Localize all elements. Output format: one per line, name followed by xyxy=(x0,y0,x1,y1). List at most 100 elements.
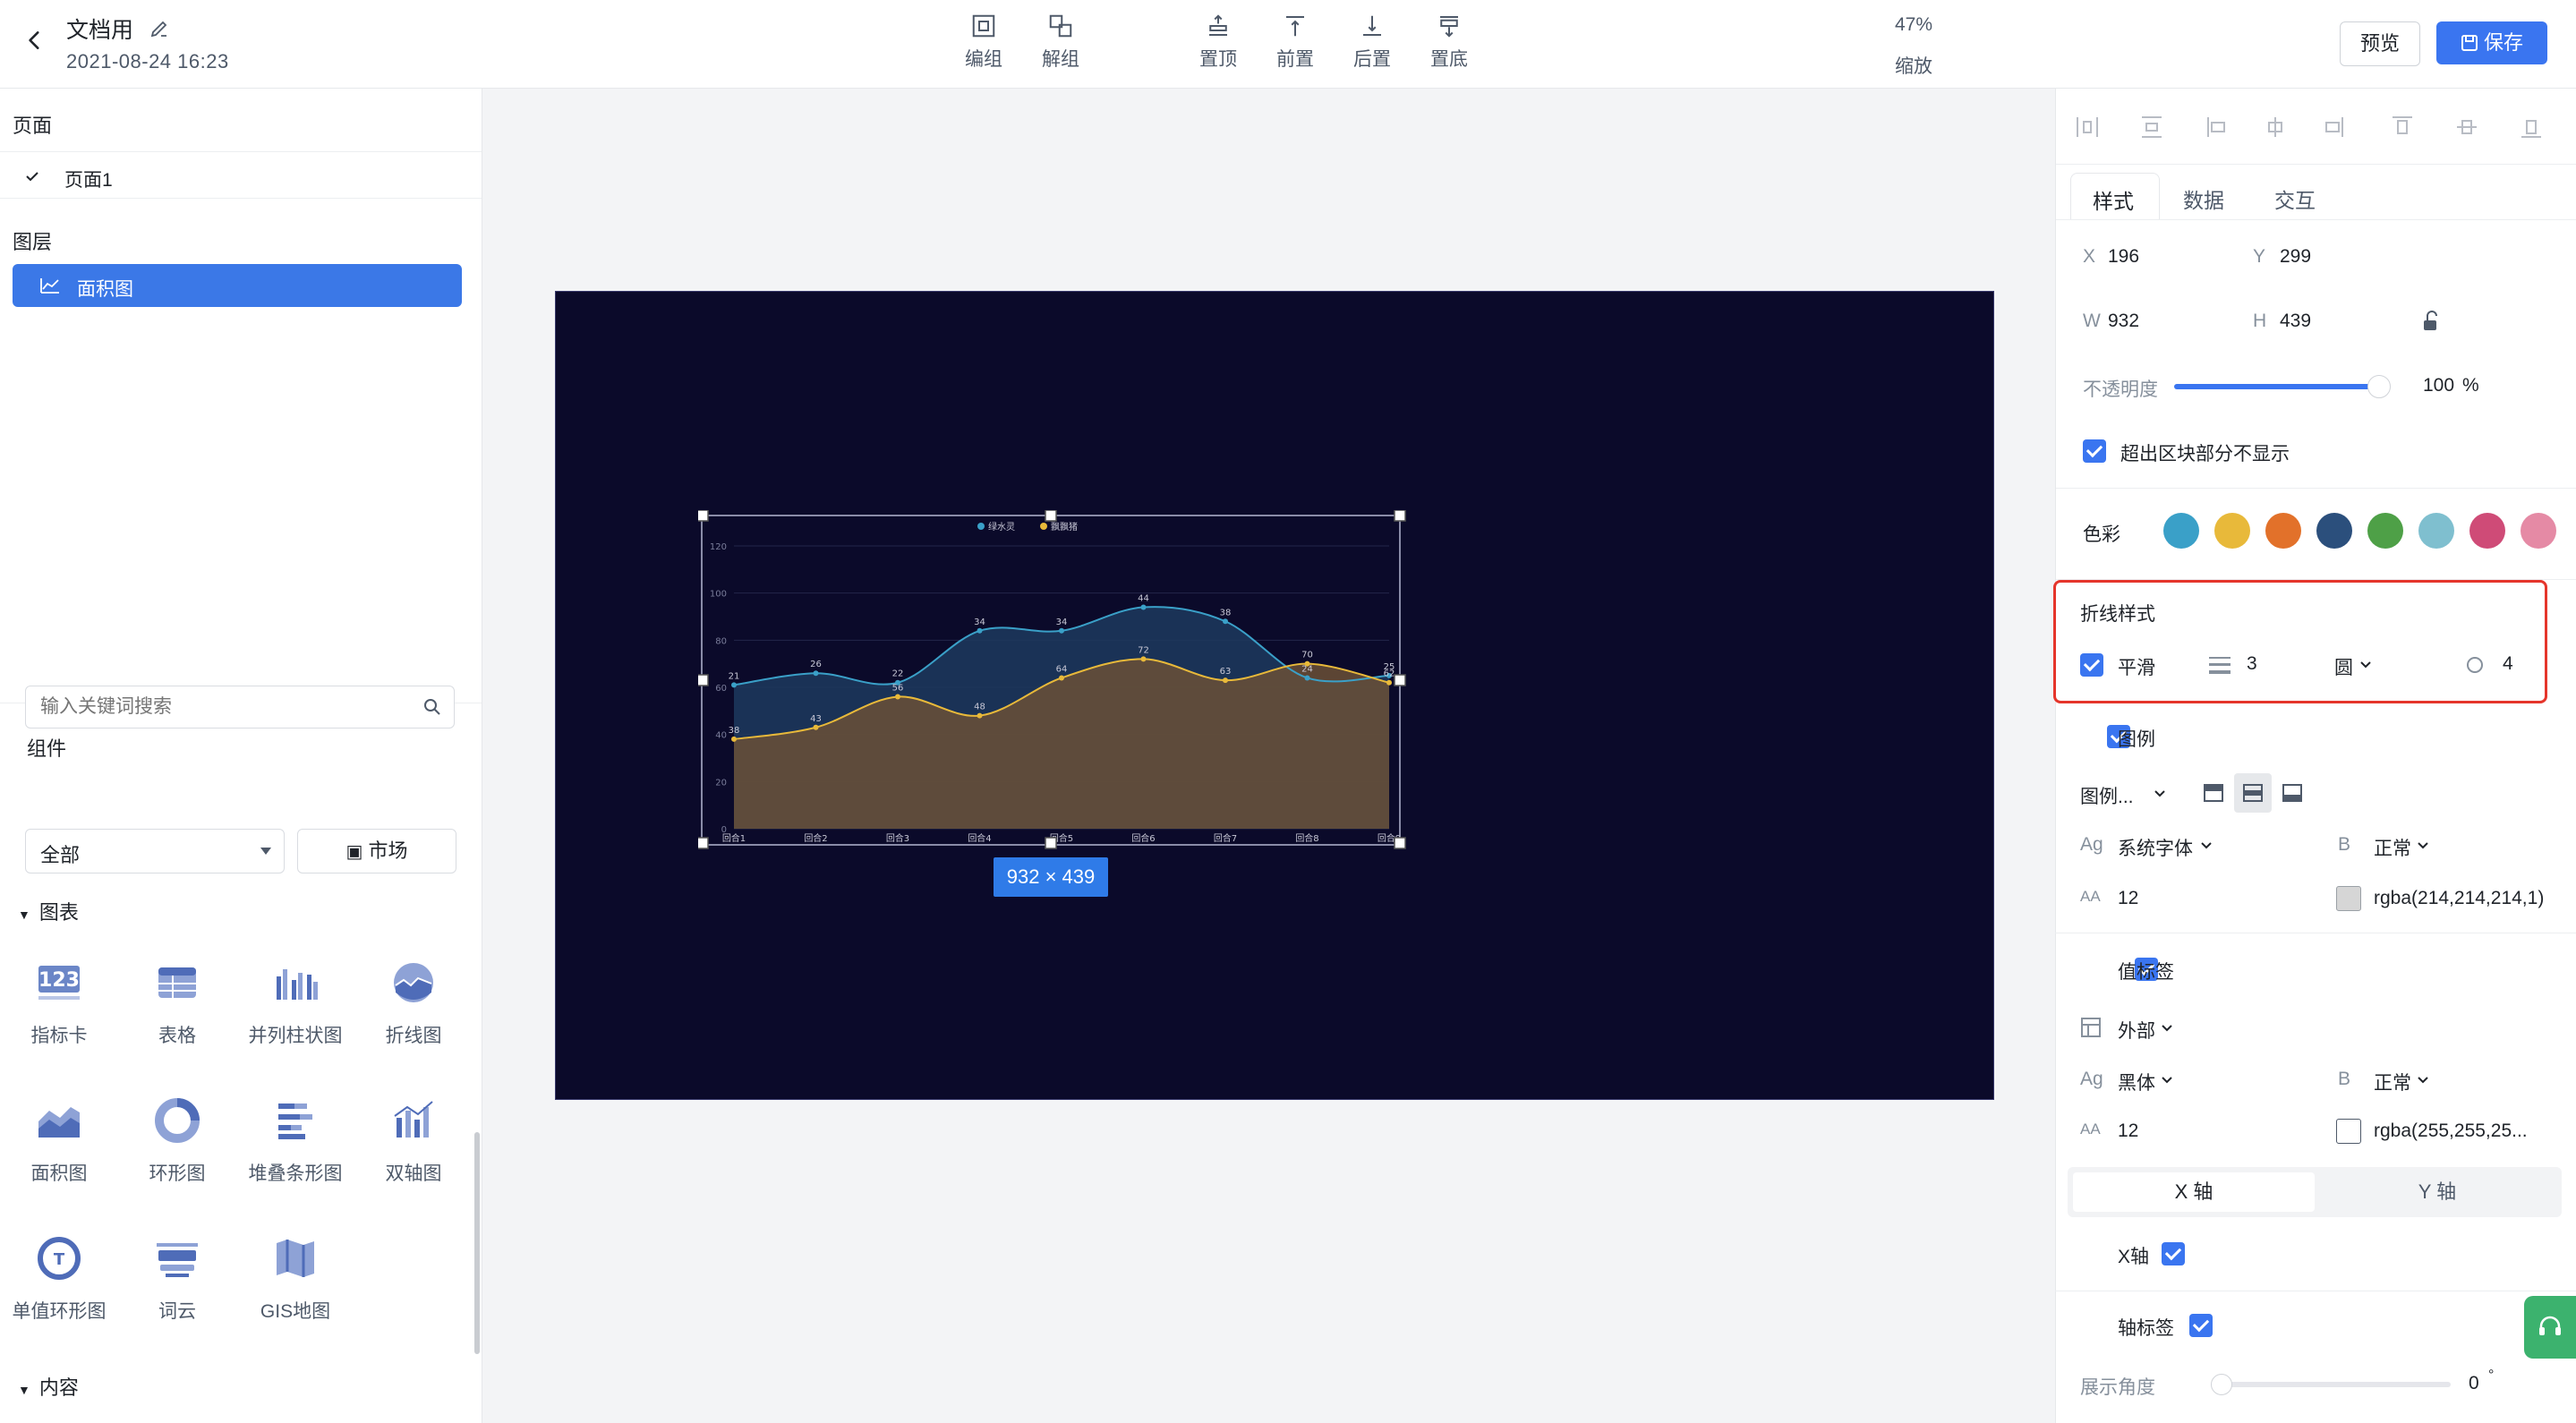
support-button[interactable] xyxy=(2524,1296,2576,1359)
color-swatch[interactable] xyxy=(2214,513,2250,549)
x-axis-checkbox[interactable] xyxy=(2162,1242,2186,1265)
opacity-slider[interactable] xyxy=(2174,384,2387,389)
bring-forward-button[interactable]: 前置 xyxy=(1264,13,1326,72)
color-swatch[interactable] xyxy=(2521,513,2556,549)
content-group-toggle[interactable]: ▼ 内容 xyxy=(18,1372,79,1401)
y-input[interactable]: 299 xyxy=(2280,246,2311,268)
component-dual-axis[interactable]: 双轴图 xyxy=(360,1095,467,1186)
color-swatch[interactable] xyxy=(2418,513,2454,549)
font-color-swatch[interactable] xyxy=(2336,886,2361,911)
tab-style[interactable]: 样式 xyxy=(2070,173,2160,220)
font-color-value[interactable]: rgba(214,214,214,1) xyxy=(2374,888,2544,909)
h-input[interactable]: 439 xyxy=(2280,311,2311,332)
tab-interaction[interactable]: 交互 xyxy=(2274,183,2316,214)
opacity-value[interactable]: 100 xyxy=(2423,375,2454,396)
align-bottom-icon[interactable] xyxy=(2521,120,2541,138)
axis-tick-label-checkbox[interactable] xyxy=(2188,1314,2213,1337)
component-label: 表格 xyxy=(158,1026,196,1046)
value-size-input[interactable]: 12 xyxy=(2118,1121,2138,1142)
component-label: 双轴图 xyxy=(385,1163,442,1184)
x-axis-label: X轴 xyxy=(2118,1247,2150,1267)
preview-button[interactable]: 预览 xyxy=(2340,21,2420,66)
divider xyxy=(0,198,482,199)
align-middle-v-icon[interactable] xyxy=(2457,120,2477,134)
value-font-select[interactable]: 黑体 xyxy=(2118,1069,2155,1095)
edit-icon[interactable] xyxy=(149,18,170,39)
legend-label: 图例 xyxy=(2118,729,2155,750)
caret-down-icon: ▼ xyxy=(18,1383,30,1397)
component-table[interactable]: 表格 xyxy=(124,957,231,1048)
search-input[interactable] xyxy=(38,695,400,719)
component-donut[interactable]: 环形图 xyxy=(124,1095,231,1186)
value-color-swatch[interactable] xyxy=(2336,1119,2361,1144)
lock-ratio-icon[interactable] xyxy=(2421,311,2441,332)
font-size-input[interactable]: 12 xyxy=(2118,888,2138,909)
align-left-icon[interactable] xyxy=(2207,117,2225,137)
x-input[interactable]: 196 xyxy=(2108,246,2139,268)
opacity-slider-thumb[interactable] xyxy=(2367,375,2391,398)
area-chart[interactable]: 21262234 34443824 25384356486472637062 回合1… xyxy=(698,510,1414,904)
smooth-checkbox[interactable] xyxy=(2080,653,2103,677)
angle-value[interactable]: 0 xyxy=(2469,1373,2479,1394)
w-input[interactable]: 932 xyxy=(2108,311,2139,332)
left-scrollbar[interactable] xyxy=(474,1132,480,1354)
font-weight-select[interactable]: 正常 xyxy=(2374,834,2411,861)
save-button[interactable]: 保存 xyxy=(2436,21,2547,64)
bring-to-top-button[interactable]: 置顶 xyxy=(1187,13,1250,72)
value-weight-select[interactable]: 正常 xyxy=(2374,1069,2411,1095)
component-single-donut[interactable]: T 单值环形图 xyxy=(5,1232,113,1324)
legend-bottom-icon[interactable] xyxy=(2282,784,2302,802)
market-button[interactable]: ▣ 市场 xyxy=(297,829,456,873)
category-select[interactable]: 全部 xyxy=(25,829,285,873)
align-right-icon[interactable] xyxy=(2325,117,2343,137)
group-button[interactable]: 编组 xyxy=(952,13,1015,72)
color-swatch[interactable] xyxy=(2163,513,2199,549)
tab-x-axis[interactable]: X 轴 xyxy=(2073,1172,2315,1212)
zoom-control[interactable]: 47% 缩放 xyxy=(1887,14,1941,79)
component-grouped-bar[interactable]: 并列柱状图 xyxy=(242,957,349,1048)
send-to-bottom-button[interactable]: 置底 xyxy=(1418,13,1480,72)
color-swatch[interactable] xyxy=(2469,513,2505,549)
ungroup-button[interactable]: 解组 xyxy=(1029,13,1092,72)
align-distribute-v-icon[interactable] xyxy=(2142,116,2162,138)
legend-position-select[interactable]: 图例... xyxy=(2080,782,2134,809)
data-point xyxy=(1140,656,1147,662)
search-box[interactable] xyxy=(25,686,455,729)
align-top-icon[interactable] xyxy=(2393,116,2412,134)
overflow-hide-checkbox[interactable] xyxy=(2083,439,2106,463)
value-color-value[interactable]: rgba(255,255,25... xyxy=(2374,1121,2528,1142)
send-backward-icon xyxy=(1363,15,1381,36)
color-swatch[interactable] xyxy=(2265,513,2301,549)
angle-slider-thumb[interactable] xyxy=(2211,1374,2232,1395)
chart-group-toggle[interactable]: ▼ 图表 xyxy=(18,897,79,925)
chevron-down-icon xyxy=(2201,842,2212,849)
color-swatch[interactable] xyxy=(2316,513,2352,549)
component-gis-map[interactable]: GIS地图 xyxy=(242,1232,349,1324)
component-area-chart[interactable]: 面积图 xyxy=(5,1095,113,1186)
align-center-h-icon[interactable] xyxy=(2268,117,2282,137)
component-label: GIS地图 xyxy=(260,1301,331,1322)
legend-label: 飘飘猪 xyxy=(1051,522,1078,533)
component-word-cloud[interactable]: 词云 xyxy=(124,1232,231,1324)
color-swatch[interactable] xyxy=(2367,513,2403,549)
marker-size-input[interactable]: 4 xyxy=(2503,653,2513,675)
tab-y-axis[interactable]: Y 轴 xyxy=(2318,1172,2556,1212)
align-distribute-h-icon[interactable] xyxy=(2077,117,2098,137)
value-position-select[interactable]: 外部 xyxy=(2118,1017,2155,1044)
line-width-input[interactable]: 3 xyxy=(2247,653,2257,675)
marker-shape-select[interactable]: 圆 xyxy=(2334,653,2353,680)
component-kpi-card[interactable]: 123 指标卡 xyxy=(5,957,113,1048)
layer-item-area-chart[interactable]: 面积图 xyxy=(13,264,462,307)
tab-data[interactable]: 数据 xyxy=(2183,183,2224,214)
send-backward-button[interactable]: 后置 xyxy=(1341,13,1403,72)
font-family-select[interactable]: 系统字体 xyxy=(2118,834,2193,861)
x-tick-label: 回合7 xyxy=(1214,832,1237,844)
back-arrow-icon[interactable] xyxy=(23,29,47,52)
component-stacked-bar[interactable]: 堆叠条形图 xyxy=(242,1095,349,1186)
angle-slider[interactable] xyxy=(2216,1382,2451,1387)
legend-top-icon[interactable] xyxy=(2204,784,2223,802)
page-item-1[interactable]: 页面1 xyxy=(64,166,113,192)
document-title[interactable]: 文档用 xyxy=(66,13,133,45)
component-line-chart[interactable]: 折线图 xyxy=(360,957,467,1048)
search-icon[interactable] xyxy=(423,698,441,716)
